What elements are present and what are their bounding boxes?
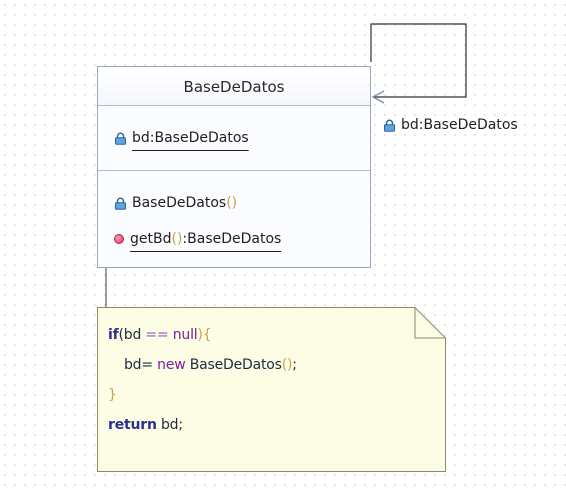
paren: ()	[281, 357, 293, 373]
public-method-icon	[114, 234, 124, 244]
class-base-de-datos[interactable]: BaseDeDatos bd:BaseDeDatos BaseDeDatos()	[97, 66, 371, 268]
self-association-path[interactable]	[370, 23, 467, 98]
operation-name: getBd	[130, 231, 172, 247]
code-text: (bd	[118, 327, 146, 343]
code-text: bd;	[156, 417, 183, 433]
lock-icon	[383, 119, 396, 132]
operation-return-type: :BaseDeDatos	[182, 231, 282, 247]
operator: ==	[145, 327, 169, 343]
note-code-line-3: }	[108, 387, 117, 403]
keyword: if	[108, 327, 119, 343]
code-text: BaseDeDatos	[185, 357, 282, 373]
keyword: new	[157, 357, 186, 373]
class-name: BaseDeDatos	[98, 67, 370, 106]
operation-name: BaseDeDatos	[132, 195, 227, 211]
note-code-line-1: if(bd == null){	[108, 327, 212, 343]
operation-get-bd[interactable]: getBd():BaseDeDatos	[114, 231, 281, 247]
lock-icon	[114, 132, 127, 145]
lock-icon	[114, 197, 127, 210]
note-code-line-4: return bd;	[108, 417, 183, 433]
brace: ){	[197, 327, 212, 343]
brace: }	[108, 387, 117, 403]
code-text: ;	[292, 357, 297, 373]
code-text: bd=	[124, 357, 158, 373]
operation-constructor[interactable]: BaseDeDatos()	[114, 195, 237, 211]
keyword: null	[172, 327, 198, 343]
note-code-line-2: bd= new BaseDeDatos();	[124, 357, 297, 373]
attribute-label: bd:BaseDeDatos	[132, 130, 249, 146]
keyword: return	[108, 417, 157, 433]
operation-params: ()	[226, 195, 238, 211]
code-note[interactable]: if(bd == null){ bd= new BaseDeDatos(); }…	[97, 307, 446, 472]
role-label-text: bd:BaseDeDatos	[401, 117, 518, 133]
operations-compartment: BaseDeDatos() getBd():BaseDeDatos	[98, 171, 370, 267]
attribute-bd[interactable]: bd:BaseDeDatos	[114, 130, 249, 146]
attributes-compartment: bd:BaseDeDatos	[98, 106, 370, 171]
operation-params: ()	[171, 231, 183, 247]
association-role-label[interactable]: bd:BaseDeDatos	[383, 117, 518, 133]
